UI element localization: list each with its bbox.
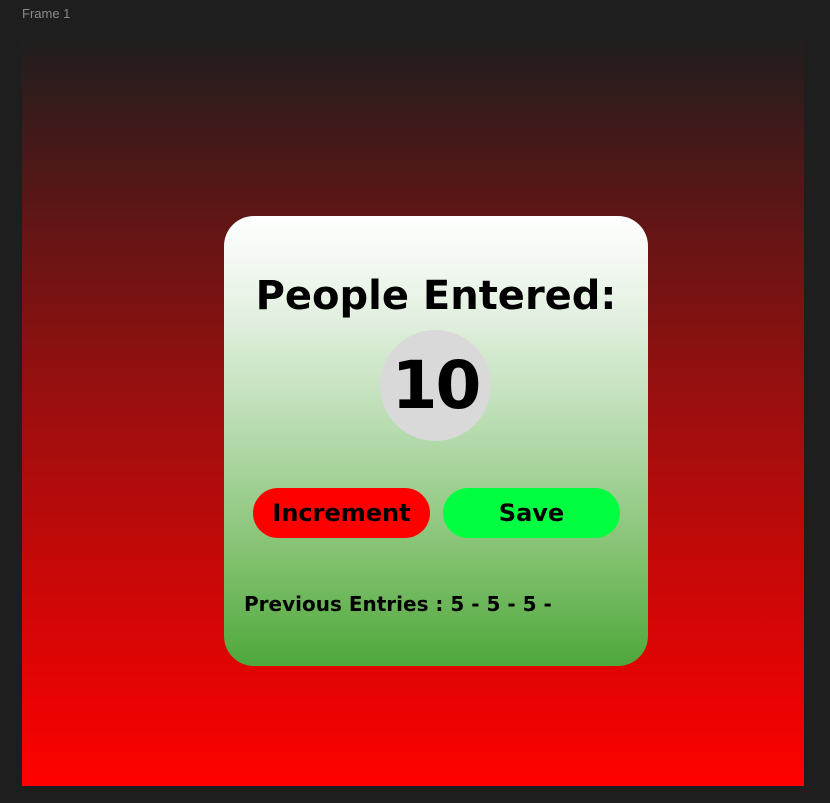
frame-label: Frame 1 — [22, 6, 71, 21]
frame: People Entered: 10 Increment Save Previo… — [22, 36, 804, 786]
counter-card: People Entered: 10 Increment Save Previo… — [224, 216, 648, 666]
increment-button[interactable]: Increment — [253, 488, 430, 538]
card-title: People Entered: — [255, 273, 617, 319]
save-button[interactable]: Save — [443, 488, 620, 538]
previous-entries: Previous Entries : 5 - 5 - 5 - — [244, 592, 552, 616]
counter-circle: 10 — [380, 330, 491, 441]
counter-value: 10 — [391, 346, 482, 424]
